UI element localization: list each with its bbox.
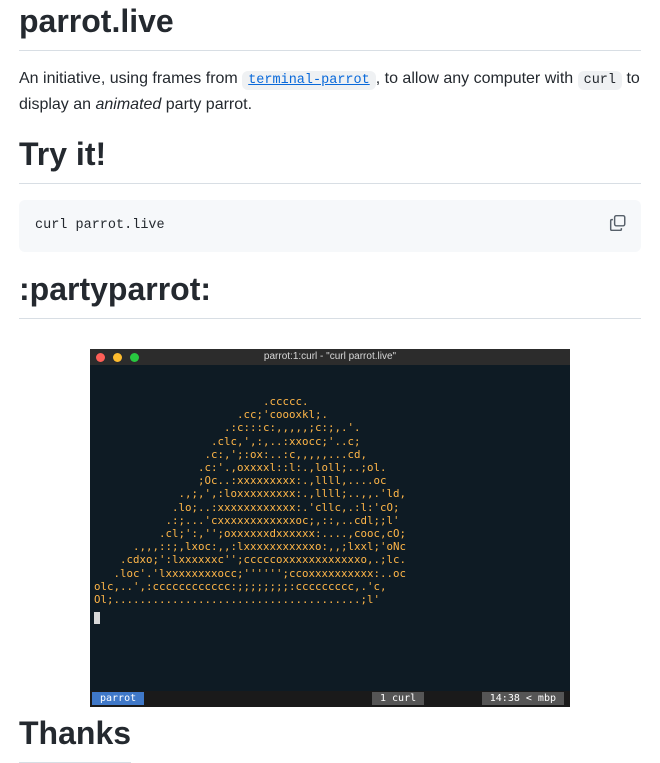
intro-text-2: , to allow any computer with: [375, 70, 578, 87]
next-heading-wrap: Thanks: [19, 712, 132, 763]
status-clock: 14:38 < mbp: [481, 692, 564, 705]
readme-content: parrot.live An initiative, using frames …: [19, 0, 641, 319]
intro-text-4: party parrot.: [161, 96, 253, 113]
intro-animated: animated: [95, 96, 162, 113]
terminal-titlebar: parrot:1:curl - "curl parrot.live": [90, 349, 570, 365]
status-window: 1 curl: [372, 692, 425, 705]
intro-paragraph: An initiative, using frames from termina…: [19, 67, 641, 117]
partyparrot-heading: :partyparrot:: [19, 268, 641, 319]
try-heading: Try it!: [19, 133, 641, 184]
terminal-title: parrot:1:curl - "curl parrot.live": [263, 351, 397, 362]
copy-icon[interactable]: [609, 214, 627, 232]
thanks-heading: Thanks: [19, 712, 132, 763]
command-text[interactable]: curl parrot.live: [35, 216, 165, 236]
terminal-parrot-link[interactable]: terminal-parrot: [242, 71, 376, 90]
curl-code: curl: [577, 71, 623, 90]
command-code-block: curl parrot.live: [19, 200, 641, 252]
terminal-screenshot: parrot:1:curl - "curl parrot.live" .cccc…: [90, 349, 570, 707]
page-title: parrot.live: [19, 0, 641, 51]
tmux-status-bar: parrot 1 curl 14:38 < mbp: [90, 691, 570, 707]
parrot-ascii-art: .ccccc. .cc;'coooxkl;. .:c:::c:,,,,,;c:;…: [94, 395, 407, 607]
status-session: parrot: [92, 692, 145, 705]
terminal-cursor: [94, 612, 100, 624]
intro-text-1: An initiative, using frames from: [19, 70, 243, 87]
